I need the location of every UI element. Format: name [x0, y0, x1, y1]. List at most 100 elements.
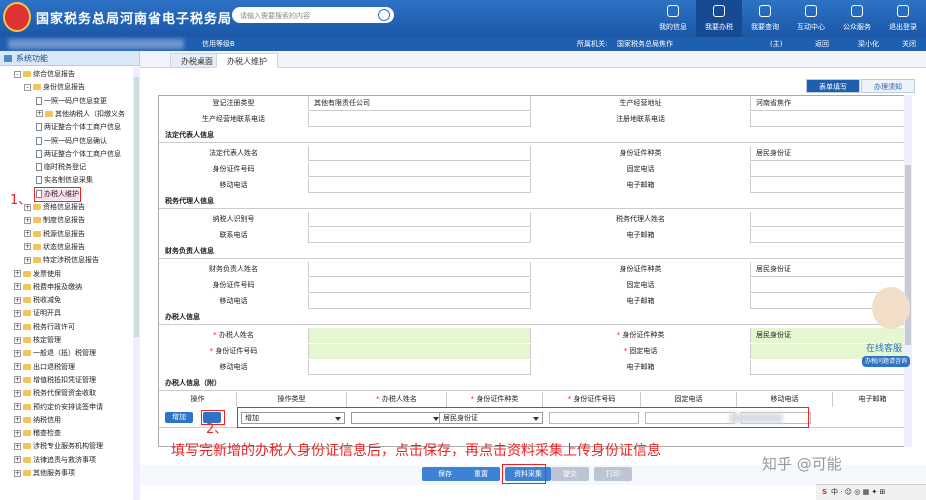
- nav-public-service[interactable]: 公众服务: [834, 0, 880, 37]
- sidebar-item[interactable]: 一照一码户信息变更: [36, 96, 107, 107]
- sidebar-item[interactable]: + 法律追责与救济事项: [14, 455, 96, 466]
- expand-icon[interactable]: +: [14, 309, 21, 317]
- tab-form-fill[interactable]: 表单填写: [806, 79, 860, 93]
- field-value[interactable]: [751, 162, 911, 177]
- field-value[interactable]: [751, 112, 911, 127]
- sidebar-item[interactable]: + 稽查检查: [14, 428, 61, 439]
- sidebar-item[interactable]: + 预约定价安排谈签申请: [14, 402, 103, 413]
- field-value[interactable]: [309, 262, 531, 277]
- field-value[interactable]: 其他有限责任公司: [309, 96, 531, 111]
- field-value[interactable]: 居民身份证: [751, 262, 911, 277]
- expand-icon[interactable]: +: [36, 110, 43, 118]
- sidebar-item[interactable]: + 证明开具: [14, 308, 61, 319]
- field-value[interactable]: [309, 344, 531, 359]
- sidebar-item[interactable]: - 综合信息报告: [14, 69, 75, 80]
- expand-icon[interactable]: +: [14, 389, 21, 397]
- expand-icon[interactable]: +: [24, 230, 31, 238]
- column-header-cell: * 办税人姓名: [347, 392, 447, 407]
- collapse-icon[interactable]: -: [14, 70, 21, 78]
- field-value[interactable]: 河南省焦作: [751, 96, 911, 111]
- field-value[interactable]: [751, 212, 911, 227]
- reset-button[interactable]: 重置: [462, 467, 500, 481]
- field-value[interactable]: [309, 112, 531, 127]
- column-header-cell: 移动电话: [737, 392, 833, 407]
- sidebar-item[interactable]: 实名制信息采集: [36, 175, 93, 186]
- sidebar-item[interactable]: + 制度信息报告: [24, 215, 85, 226]
- expand-icon[interactable]: +: [14, 469, 21, 477]
- field-value[interactable]: [309, 212, 531, 227]
- sidebar-item[interactable]: + 纳税信用: [14, 415, 61, 426]
- sidebar-item[interactable]: + 税源信息报告: [24, 229, 85, 240]
- expand-icon[interactable]: +: [14, 283, 21, 291]
- collapse-icon[interactable]: -: [24, 83, 31, 91]
- sidebar-item[interactable]: + 税费申报及缴纳: [14, 282, 82, 293]
- sidebar-item[interactable]: + 一般退（抵）税管理: [14, 348, 96, 359]
- expand-icon[interactable]: +: [24, 256, 31, 264]
- expand-icon[interactable]: +: [14, 416, 21, 424]
- sidebar-item[interactable]: + 核定管理: [14, 335, 61, 346]
- tab-instructions[interactable]: 办理须知: [861, 79, 915, 93]
- field-value[interactable]: [309, 228, 531, 243]
- form-row: 生产经营地联系电话 注册地联系电话: [159, 112, 911, 127]
- form-scrollbar[interactable]: [904, 95, 912, 447]
- expand-icon[interactable]: +: [24, 243, 31, 251]
- expand-icon[interactable]: +: [24, 216, 31, 224]
- back-link[interactable]: 返回: [815, 37, 829, 51]
- nav-interaction[interactable]: 互动中心: [788, 0, 834, 37]
- submit-button[interactable]: 提交: [551, 467, 589, 481]
- field-value[interactable]: [309, 146, 531, 161]
- expand-icon[interactable]: +: [14, 403, 21, 410]
- sidebar-item[interactable]: + 税务代保管资金收取: [14, 388, 96, 399]
- sidebar-item[interactable]: 两证整合个体工商户信息: [36, 122, 121, 133]
- expand-icon[interactable]: +: [14, 429, 21, 437]
- field-value[interactable]: [751, 228, 911, 243]
- sidebar-item[interactable]: - 身份信息报告: [24, 82, 85, 93]
- search-input[interactable]: 请输入需要搜索的内容: [232, 7, 394, 23]
- nav-logout[interactable]: 退出登录: [880, 0, 926, 37]
- field-value[interactable]: 居民身份证: [751, 146, 911, 161]
- sidebar-item[interactable]: + 税收减免: [14, 295, 61, 306]
- sidebar-item[interactable]: 两证整合个体工商户信息: [36, 149, 121, 160]
- expand-icon[interactable]: +: [14, 363, 21, 371]
- sidebar-item[interactable]: + 增值税抵扣凭证管理: [14, 375, 96, 386]
- sidebar-item[interactable]: + 发票使用: [14, 269, 61, 280]
- expand-icon[interactable]: +: [14, 456, 21, 464]
- expand-icon[interactable]: +: [14, 376, 21, 384]
- sidebar-item[interactable]: 临时税务登记: [36, 162, 86, 173]
- expand-icon[interactable]: +: [14, 323, 21, 331]
- sidebar-item[interactable]: + 特定涉税信息报告: [24, 255, 99, 266]
- expand-icon[interactable]: +: [14, 270, 21, 277]
- field-value[interactable]: [309, 294, 531, 309]
- nav-my-info[interactable]: 我的信息: [650, 0, 696, 37]
- close-link[interactable]: 关闭: [902, 37, 916, 51]
- customer-service-sub[interactable]: 办税问题请咨询: [862, 356, 911, 367]
- nav-do-tax[interactable]: 我要办税: [696, 0, 742, 37]
- expand-icon[interactable]: +: [14, 349, 21, 357]
- add-row-button[interactable]: 增加: [165, 412, 193, 423]
- field-value[interactable]: [309, 162, 531, 177]
- sidebar-item[interactable]: + 其他服务事项: [14, 468, 75, 479]
- field-value[interactable]: [309, 178, 531, 193]
- tab-tax-person-maintain[interactable]: 办税人维护: [216, 53, 278, 68]
- expand-icon[interactable]: +: [14, 336, 21, 344]
- field-value[interactable]: [309, 328, 531, 343]
- expand-icon[interactable]: +: [14, 296, 21, 304]
- field-value[interactable]: [309, 360, 531, 375]
- nav-query[interactable]: 我要查询: [742, 0, 788, 37]
- print-button[interactable]: 打印: [594, 467, 632, 481]
- sidebar-scrollbar[interactable]: [133, 67, 140, 500]
- customer-service-avatar[interactable]: [872, 287, 910, 329]
- field-value[interactable]: [751, 178, 911, 193]
- sidebar-item[interactable]: + 涉税专业服务机构管理: [14, 441, 103, 452]
- sidebar-item[interactable]: + 其他纳税人（扣缴义务: [36, 109, 125, 120]
- expand-icon[interactable]: +: [14, 442, 21, 450]
- sidebar-item[interactable]: + 税务行政许可: [14, 322, 75, 333]
- field-value[interactable]: [309, 278, 531, 293]
- sidebar-item[interactable]: + 资格信息报告: [24, 202, 85, 213]
- sidebar-item[interactable]: 一照一码户信息确认: [36, 136, 107, 147]
- sidebar-item[interactable]: + 状态信息报告: [24, 242, 85, 253]
- search-icon[interactable]: [378, 9, 390, 21]
- sidebar-item[interactable]: 办税人维护: [34, 186, 81, 202]
- sidebar-item[interactable]: + 出口退税管理: [14, 362, 75, 373]
- customer-service-title[interactable]: 在线客服: [866, 341, 902, 354]
